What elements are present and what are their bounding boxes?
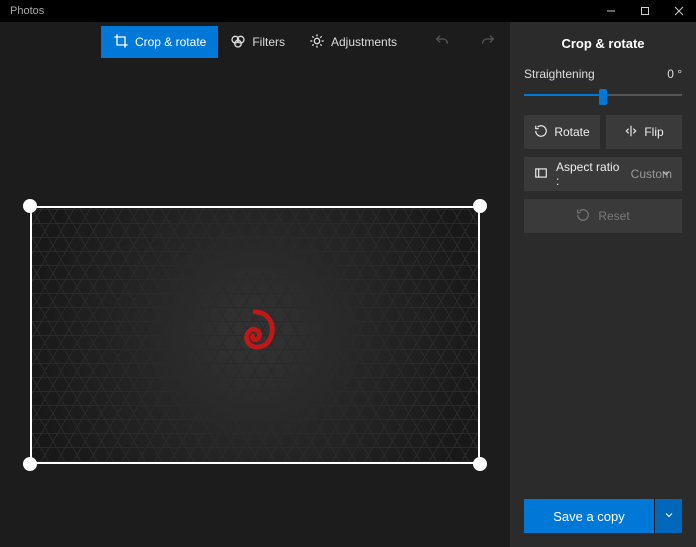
panel-title: Crop & rotate [510,22,696,61]
tab-adjustments[interactable]: Adjustments [297,26,409,58]
window-controls [594,0,696,22]
reset-button[interactable]: Reset [524,199,682,233]
canvas [0,62,510,547]
tab-adjust-label: Adjustments [331,35,397,49]
aspect-ratio-dropdown[interactable]: Aspect ratio : Custom [524,157,682,191]
reset-label: Reset [598,209,629,223]
redo-button[interactable] [480,33,496,52]
history-buttons [434,22,496,62]
tab-filters-label: Filters [252,35,285,49]
save-more-button[interactable] [654,499,682,533]
straightening-slider[interactable] [524,87,682,103]
tab-crop-label: Crop & rotate [135,35,206,49]
save-label: Save a copy [553,509,625,524]
crop-handle-tr[interactable] [473,199,487,213]
titlebar: Photos [0,0,696,22]
adjustments-icon [309,33,325,52]
swirl-logo [225,303,285,366]
content: Crop & rotate Filters Adjustments [0,22,696,547]
rotate-label: Rotate [554,125,589,139]
maximize-button[interactable] [628,0,662,22]
flip-label: Flip [644,125,663,139]
minimize-button[interactable] [594,0,628,22]
side-panel: Crop & rotate Straightening 0 ° Rotate [510,22,696,547]
chevron-down-icon [660,167,672,182]
save-a-copy-button[interactable]: Save a copy [524,499,654,533]
close-button[interactable] [662,0,696,22]
crop-handle-bl[interactable] [23,457,37,471]
crop-handle-br[interactable] [473,457,487,471]
crop-handle-tl[interactable] [23,199,37,213]
reset-icon [576,208,590,225]
crop-icon [113,33,129,52]
app-title: Photos [10,5,44,17]
rotate-icon [534,124,548,141]
edit-toolbar: Crop & rotate Filters Adjustments [0,22,510,62]
editor-area: Crop & rotate Filters Adjustments [0,22,510,547]
straightening-value: 0 ° [667,67,682,81]
flip-button[interactable]: Flip [606,115,682,149]
rotate-button[interactable]: Rotate [524,115,600,149]
aspect-label: Aspect ratio : [556,160,623,188]
flip-icon [624,124,638,141]
chevron-down-icon [663,509,675,524]
straightening-label: Straightening [524,67,595,81]
filters-icon [230,33,246,52]
tab-crop-rotate[interactable]: Crop & rotate [101,26,218,58]
image-preview [30,206,480,464]
tab-filters[interactable]: Filters [218,26,297,58]
straightening-section: Straightening 0 ° [510,61,696,115]
crop-frame[interactable] [30,206,480,464]
slider-thumb[interactable] [599,89,607,105]
undo-button[interactable] [434,33,450,52]
aspect-icon [534,166,548,183]
